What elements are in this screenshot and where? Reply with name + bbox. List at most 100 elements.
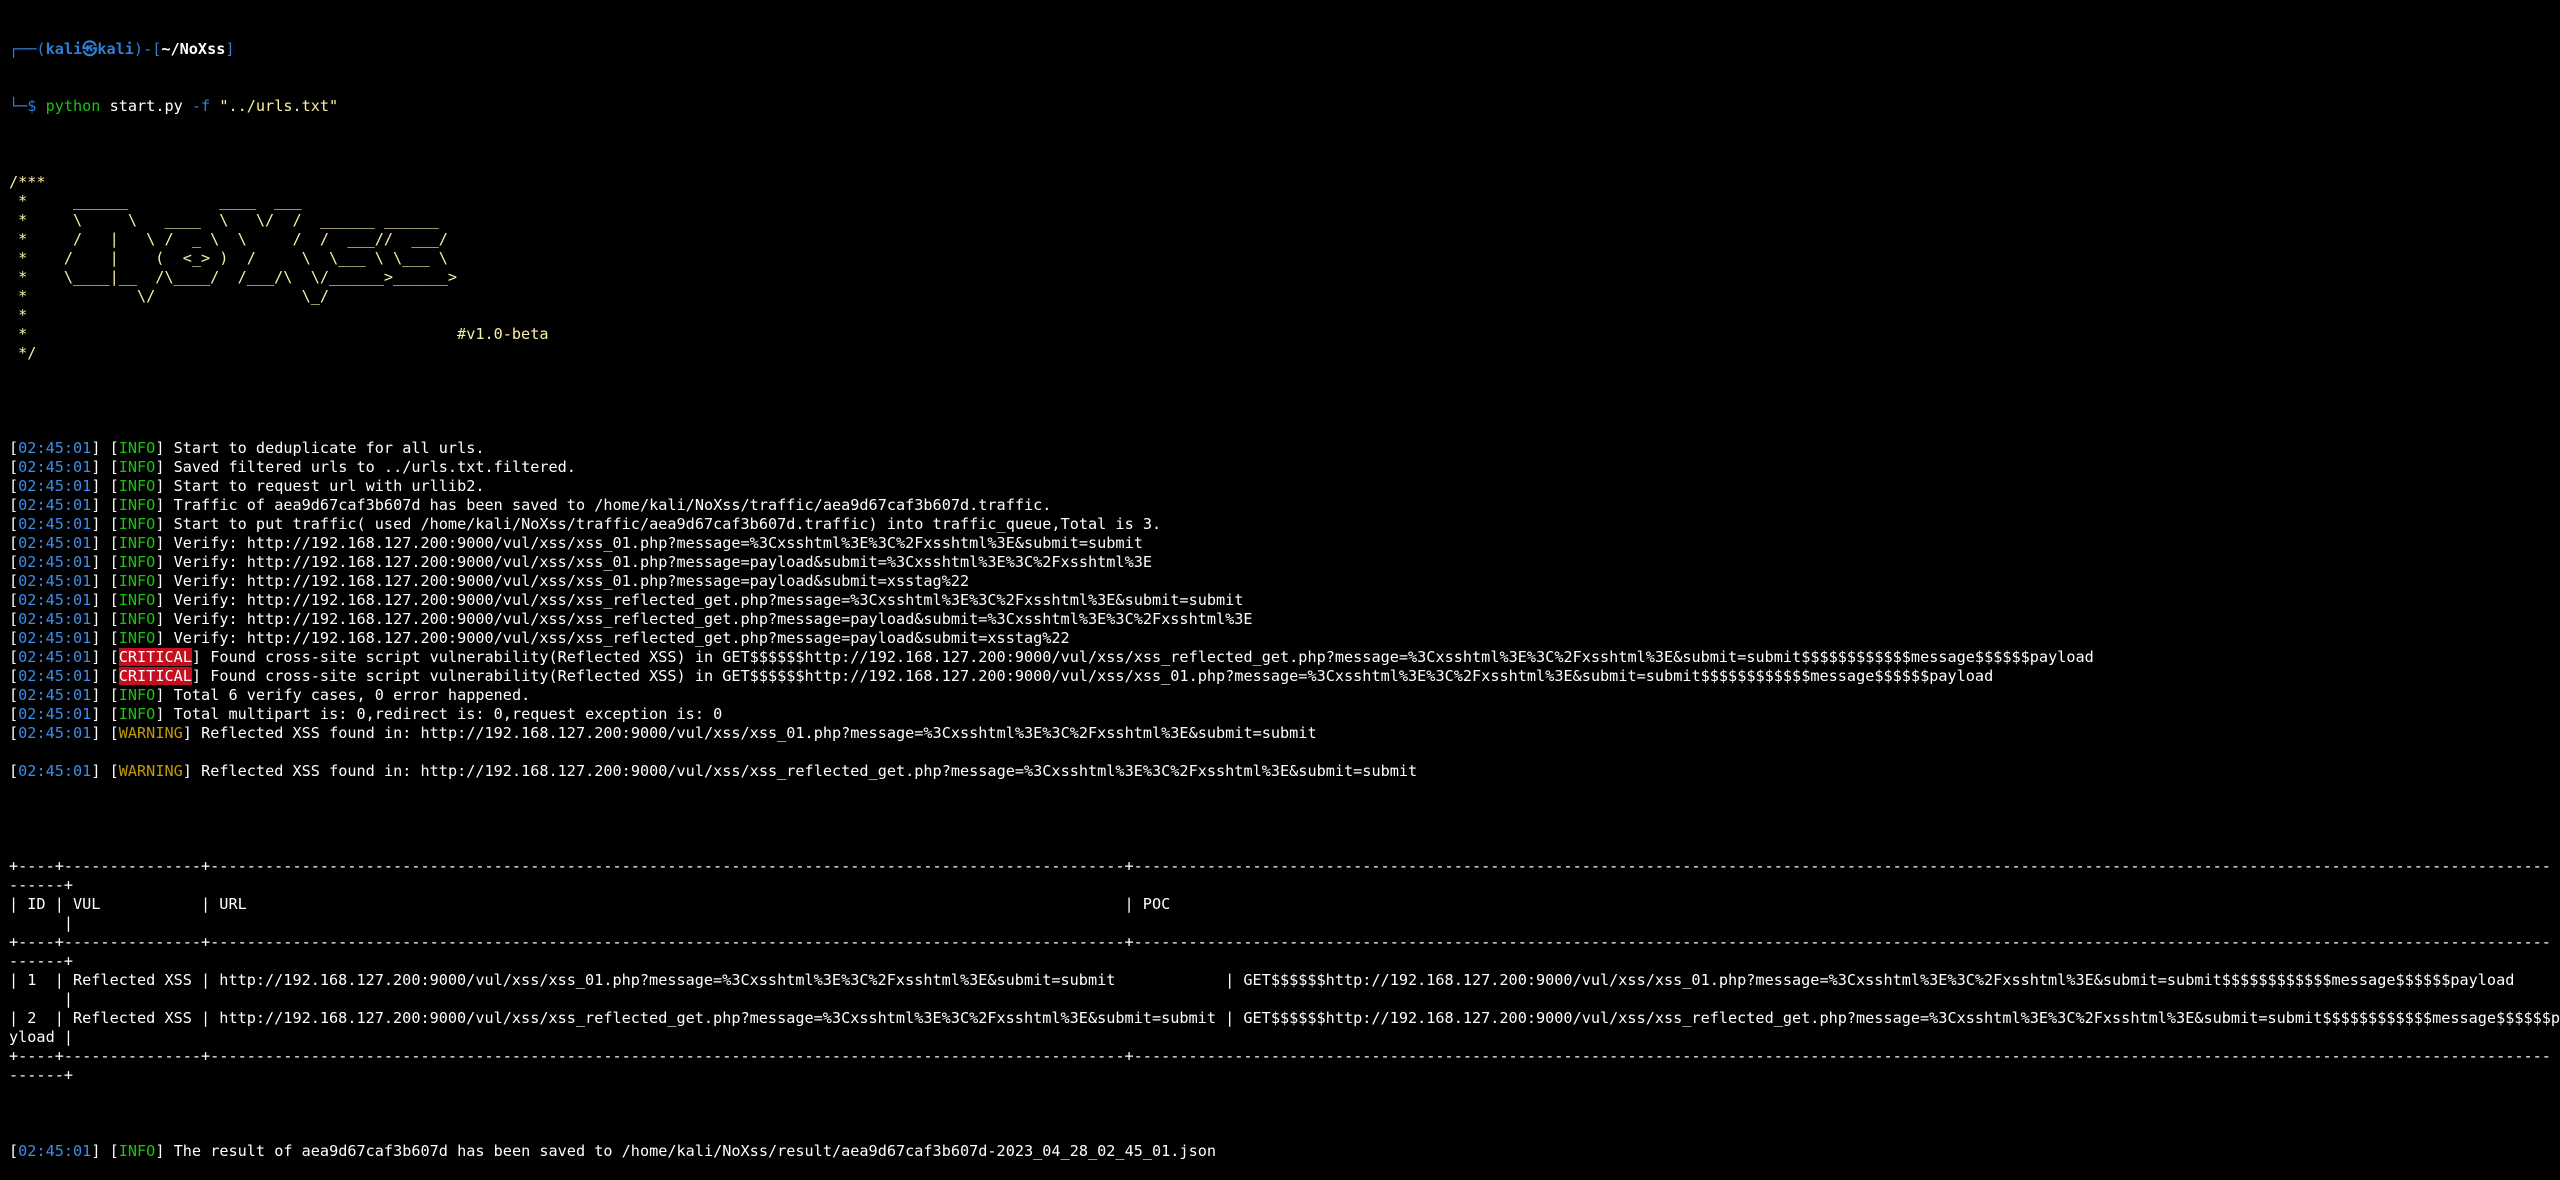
log-line: [02:45:01] [INFO] Verify: http://192.168… [9, 572, 970, 590]
log-level: INFO [118, 534, 156, 552]
log-level: INFO [118, 553, 156, 571]
log-message: Start to put traffic( used /home/kali/No… [164, 515, 1162, 533]
log-line: [02:45:01] [INFO] Verify: http://192.168… [9, 534, 1143, 552]
log-level: INFO [118, 458, 156, 476]
log-level: INFO [118, 629, 156, 647]
table-line: | 1 | Reflected XSS | http://192.168.127… [9, 971, 2515, 989]
table-line: yload | [9, 1028, 74, 1046]
log-message: Found cross-site script vulnerability(Re… [201, 667, 1994, 685]
log-timestamp: 02:45:01 [18, 667, 92, 685]
banner-line: * \/ \_/ [9, 287, 330, 305]
prompt-user-host: kali㉿kali [45, 40, 134, 58]
log-timestamp: 02:45:01 [18, 629, 92, 647]
log-line: [02:45:01] [INFO] Start to put traffic( … [9, 515, 1162, 533]
banner-version-prefix: * [9, 325, 458, 343]
prompt-frame-open: ┌──( [9, 40, 46, 58]
log-level: INFO [118, 572, 156, 590]
log-timestamp: 02:45:01 [18, 610, 92, 628]
log-message: Verify: http://192.168.127.200:9000/vul/… [164, 591, 1244, 609]
table-line: | [9, 990, 74, 1008]
log-timestamp: 02:45:01 [18, 496, 92, 514]
prompt-frame-close: ] [225, 40, 235, 58]
log-timestamp: 02:45:01 [18, 591, 92, 609]
banner-line: * / | \ / _ \ \ / / ___// ___/ [9, 230, 448, 248]
log-message: Total multipart is: 0,redirect is: 0,req… [164, 705, 723, 723]
log-message: Start to deduplicate for all urls. [164, 439, 485, 457]
log-message: Verify: http://192.168.127.200:9000/vul/… [164, 629, 1070, 647]
version-label: #v1.0-beta [457, 325, 549, 343]
log-line: [02:45:01] [INFO] Start to request url w… [9, 477, 485, 495]
log-line: [02:45:01] [INFO] Total multipart is: 0,… [9, 705, 723, 723]
log-message: Saved filtered urls to ../urls.txt.filte… [164, 458, 576, 476]
prompt-frame-mid: )-[ [133, 40, 162, 58]
banner-line: */ [9, 344, 37, 362]
banner-line: * ______ ____ ___ [9, 192, 302, 210]
log-output: [02:45:01] [INFO] Start to deduplicate f… [9, 439, 2560, 800]
log-line: [02:45:01] [INFO] Verify: http://192.168… [9, 591, 1244, 609]
log-timestamp: 02:45:01 [18, 515, 92, 533]
log-level: INFO [118, 439, 156, 457]
table-line: ------+ [9, 876, 74, 894]
log-message: Found cross-site script vulnerability(Re… [201, 648, 2094, 666]
prompt-cwd: ~/NoXss [161, 40, 226, 58]
prompt-symbol: └─$ [9, 97, 46, 115]
table-line: | [9, 914, 74, 932]
log-level: CRITICAL [118, 667, 192, 685]
log-timestamp: 02:45:01 [18, 705, 92, 723]
log-message: Verify: http://192.168.127.200:9000/vul/… [164, 553, 1152, 571]
command-name: python [45, 97, 101, 115]
command-arg: "../urls.txt" [210, 97, 339, 115]
log-line: [02:45:01] [WARNING] Reflected XSS found… [9, 724, 1317, 742]
log-level: INFO [118, 705, 156, 723]
table-line: | 2 | Reflected XSS | http://192.168.127… [9, 1009, 2560, 1027]
log-message: Traffic of aea9d67caf3b607d has been sav… [164, 496, 1052, 514]
table-line: +----+---------------+------------------… [9, 1047, 2551, 1065]
log-level: INFO [118, 610, 156, 628]
log-line: [02:45:01] [INFO] Traffic of aea9d67caf3… [9, 496, 1052, 514]
log-line: [02:45:01] [CRITICAL] Found cross-site s… [9, 667, 1994, 685]
log-line: [02:45:01] [INFO] Start to deduplicate f… [9, 439, 485, 457]
log-timestamp: 02:45:01 [18, 553, 92, 571]
log-level: INFO [118, 591, 156, 609]
log-level: WARNING [118, 762, 183, 780]
final-log-line: [02:45:01] [INFO] The result of aea9d67c… [9, 1142, 1217, 1160]
log-timestamp: 02:45:01 [18, 477, 92, 495]
banner-line: * \____|__ /\____/ /___/\ \/______>_____… [9, 268, 458, 286]
log-level: INFO [118, 515, 156, 533]
prompt-line-1: ┌──(kali㉿kali)-[~/NoXss] [9, 40, 2560, 59]
log-level: INFO [118, 686, 156, 704]
log-timestamp: 02:45:01 [18, 439, 92, 457]
table-line: ------+ [9, 1066, 74, 1084]
table-line: +----+---------------+------------------… [9, 933, 2551, 951]
prompt-line-2: └─$ python start.py -f "../urls.txt" [9, 97, 2560, 116]
log-message: Verify: http://192.168.127.200:9000/vul/… [164, 610, 1253, 628]
table-line: ------+ [9, 952, 74, 970]
log-line: [02:45:01] [CRITICAL] Found cross-site s… [9, 648, 2094, 666]
log-line: [02:45:01] [INFO] Total 6 verify cases, … [9, 686, 531, 704]
banner-line: * [9, 306, 28, 324]
banner-line: * / | ( <_> ) / \ \___ \ \___ \ [9, 249, 448, 267]
banner: /*** * ______ ____ ___ * \ \ ____ \ \/ /… [9, 173, 2560, 382]
log-line: [02:45:01] [INFO] Verify: http://192.168… [9, 629, 1070, 647]
log-timestamp: 02:45:01 [18, 534, 92, 552]
table-line: +----+---------------+------------------… [9, 857, 2551, 875]
log-message: The result of aea9d67caf3b607d has been … [164, 1142, 1217, 1160]
terminal-window[interactable]: ┌──(kali㉿kali)-[~/NoXss] └─$ python star… [0, 0, 2560, 1180]
log-timestamp: 02:45:01 [18, 724, 92, 742]
table-line: | ID | VUL | URL | POC [9, 895, 1171, 913]
log-line: [02:45:01] [INFO] Saved filtered urls to… [9, 458, 576, 476]
log-timestamp: 02:45:01 [18, 686, 92, 704]
log-level: WARNING [118, 724, 183, 742]
log-level: INFO [118, 1142, 156, 1160]
results-table: +----+---------------+------------------… [9, 857, 2560, 1085]
log-timestamp: 02:45:01 [18, 648, 92, 666]
log-timestamp: 02:45:01 [18, 1142, 92, 1160]
log-message: Total 6 verify cases, 0 error happened. [164, 686, 531, 704]
command-args: start.py [100, 97, 192, 115]
banner-version-line: * #v1.0-beta [9, 325, 2560, 344]
log-level: INFO [118, 496, 156, 514]
log-timestamp: 02:45:01 [18, 572, 92, 590]
log-message: Verify: http://192.168.127.200:9000/vul/… [164, 572, 970, 590]
